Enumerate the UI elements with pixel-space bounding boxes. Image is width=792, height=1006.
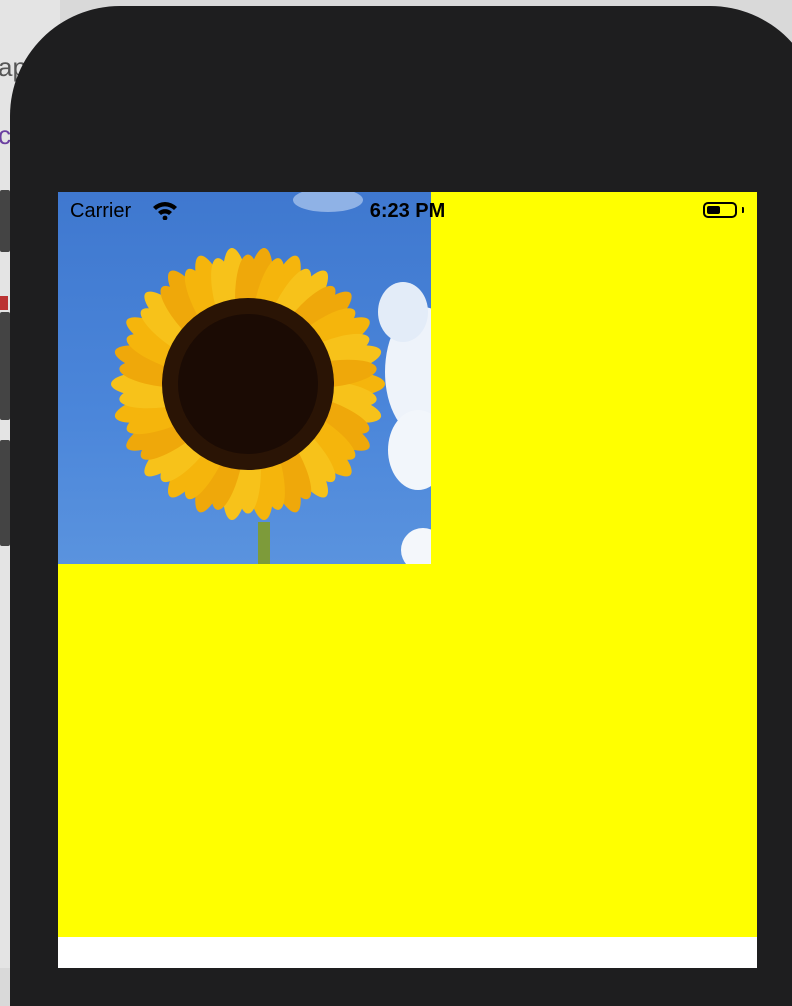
cloud xyxy=(388,410,431,490)
app-screen[interactable]: Carrier 6:23 PM xyxy=(58,192,757,968)
cloud xyxy=(378,282,428,342)
sunflower-illustration xyxy=(111,192,431,564)
flower-center-inner xyxy=(178,314,318,454)
background-app-bar xyxy=(0,312,10,420)
background-app-bar xyxy=(0,190,10,252)
battery-fill xyxy=(707,206,720,214)
status-bar: Carrier 6:23 PM xyxy=(58,192,757,232)
status-time: 6:23 PM xyxy=(369,200,446,222)
stem xyxy=(258,522,270,564)
bottom-safe-area xyxy=(58,937,757,968)
battery-tip xyxy=(742,207,744,213)
sunflower-image xyxy=(58,192,431,564)
cloud xyxy=(401,528,431,564)
background-app-bar xyxy=(0,440,10,546)
battery-icon xyxy=(703,202,737,218)
background-app-marker xyxy=(0,296,8,310)
